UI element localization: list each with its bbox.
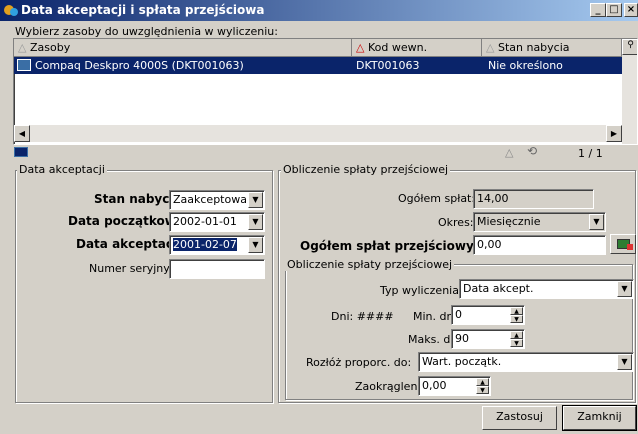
chevron-down-icon[interactable]: ▼ [617,354,632,370]
chevron-down-icon[interactable]: ▼ [248,214,263,230]
acceptance-date-field[interactable]: 2001-02-07 ▼ [169,235,265,255]
interim-payments-value: 0,00 [477,238,502,251]
calc-type-select[interactable]: Data akcept. ▼ [459,279,634,299]
distribute-value: Wart. początk. [422,355,502,368]
days-label: Dni: #### [331,310,394,323]
start-date-value: 2002-01-01 [173,215,237,228]
spin-up-icon[interactable]: ▲ [476,378,489,386]
column-header-status[interactable]: △ Stan nabycia [482,39,622,57]
asset-list[interactable]: △ Zasoby △ Kod wewn. △ Stan nabycia Comp… [13,38,638,145]
chevron-down-icon[interactable]: ▼ [617,281,632,297]
spin-down-icon[interactable]: ▼ [476,386,489,394]
total-payments-field: 14,00 [473,189,594,209]
interim-calc-subgroup-title: Obliczenie spłaty przejściowej [285,258,455,271]
close-button-label: Zamknij [577,410,622,423]
calc-type-value: Data akcept. [463,282,534,295]
chevron-down-icon[interactable]: ▼ [248,237,263,253]
acceptance-group-title: Data akceptacji [17,163,107,176]
apply-button-label: Zastosuj [496,410,543,423]
spin-up-icon[interactable]: ▲ [510,331,523,339]
total-payments-label: Ogółem spłat: [398,192,476,205]
calc-type-label: Typ wyliczenia: [380,284,463,297]
window-title: Data akceptacji i spłata przejściowa [21,3,265,17]
title-bar[interactable]: Data akceptacji i spłata przejściowa _ □… [0,0,638,21]
horizontal-scrollbar[interactable]: ◀ ▶ [14,125,622,142]
period-label: Okres: [438,216,474,229]
total-payments-value: 14,00 [477,192,509,205]
column-status-label: Stan nabycia [497,41,570,54]
distribute-select[interactable]: Wart. początk. ▼ [418,352,634,372]
minimize-button[interactable]: _ [590,3,606,17]
serial-number-input[interactable] [169,259,265,279]
page-counter: 1 / 1 [578,147,603,160]
min-days-stepper[interactable]: 0 ▲ ▼ [451,305,525,325]
calculator-icon[interactable] [610,234,636,254]
column-code-label: Kod wewn. [367,41,428,54]
interim-payment-group-title: Obliczenie spłaty przejściowej [281,163,451,176]
list-view-icon[interactable] [14,147,28,157]
period-select[interactable]: Miesięcznie ▼ [473,212,606,232]
prompt-label: Wybierz zasoby do uwzględnienia w wylicz… [15,25,278,38]
search-icon[interactable]: ⚲ [622,39,637,55]
rounding-value: 0,00 [422,379,447,392]
computer-icon [17,59,31,71]
max-days-value: 90 [455,332,469,345]
status-value: Zaakceptowan [173,193,254,206]
start-date-field[interactable]: 2002-01-01 ▼ [169,212,265,232]
rounding-stepper[interactable]: 0,00 ▲ ▼ [418,376,491,396]
spin-down-icon[interactable]: ▼ [510,315,523,323]
cell-code: DKT001063 [356,59,420,72]
close-button[interactable]: × [624,3,638,17]
app-icon [4,5,18,16]
interim-payments-label: Ogółem spłat przejściowych: [300,239,495,253]
close-dialog-button[interactable]: Zamknij [562,405,637,431]
acceptance-date-value: 2001-02-07 [173,238,237,251]
column-assets-label: Zasoby [29,41,71,54]
vertical-scrollbar[interactable]: ⚲ [622,39,637,144]
spin-up-icon[interactable]: ▲ [510,307,523,315]
scroll-left-arrow-icon[interactable]: ◀ [14,125,30,142]
chevron-down-icon[interactable]: ▼ [589,214,604,230]
maximize-button[interactable]: □ [606,3,622,17]
scroll-right-arrow-icon[interactable]: ▶ [606,125,622,142]
max-days-stepper[interactable]: 90 ▲ ▼ [451,329,525,349]
cell-status: Nie określono [488,59,563,72]
chevron-down-icon[interactable]: ▼ [248,192,263,208]
cell-asset: Compaq Deskpro 4000S (DKT001063) [35,59,244,72]
column-header-code[interactable]: △ Kod wewn. [352,39,482,57]
table-row[interactable]: Compaq Deskpro 4000S (DKT001063) DKT0010… [14,57,622,74]
column-header-assets[interactable]: △ Zasoby [14,39,352,57]
spin-down-icon[interactable]: ▼ [510,339,523,347]
min-days-value: 0 [455,308,462,321]
distribute-label: Rozłóż proporc. do: [306,356,412,369]
interim-payments-field[interactable]: 0,00 [473,235,606,255]
serial-number-label: Numer seryjny: [89,262,173,275]
apply-button[interactable]: Zastosuj [482,406,557,430]
sort-icon[interactable]: △ [505,146,513,159]
period-value: Miesięcznie [477,215,541,228]
status-select[interactable]: Zaakceptowan ▼ [169,190,265,210]
refresh-icon[interactable]: ⟲ [527,144,537,158]
